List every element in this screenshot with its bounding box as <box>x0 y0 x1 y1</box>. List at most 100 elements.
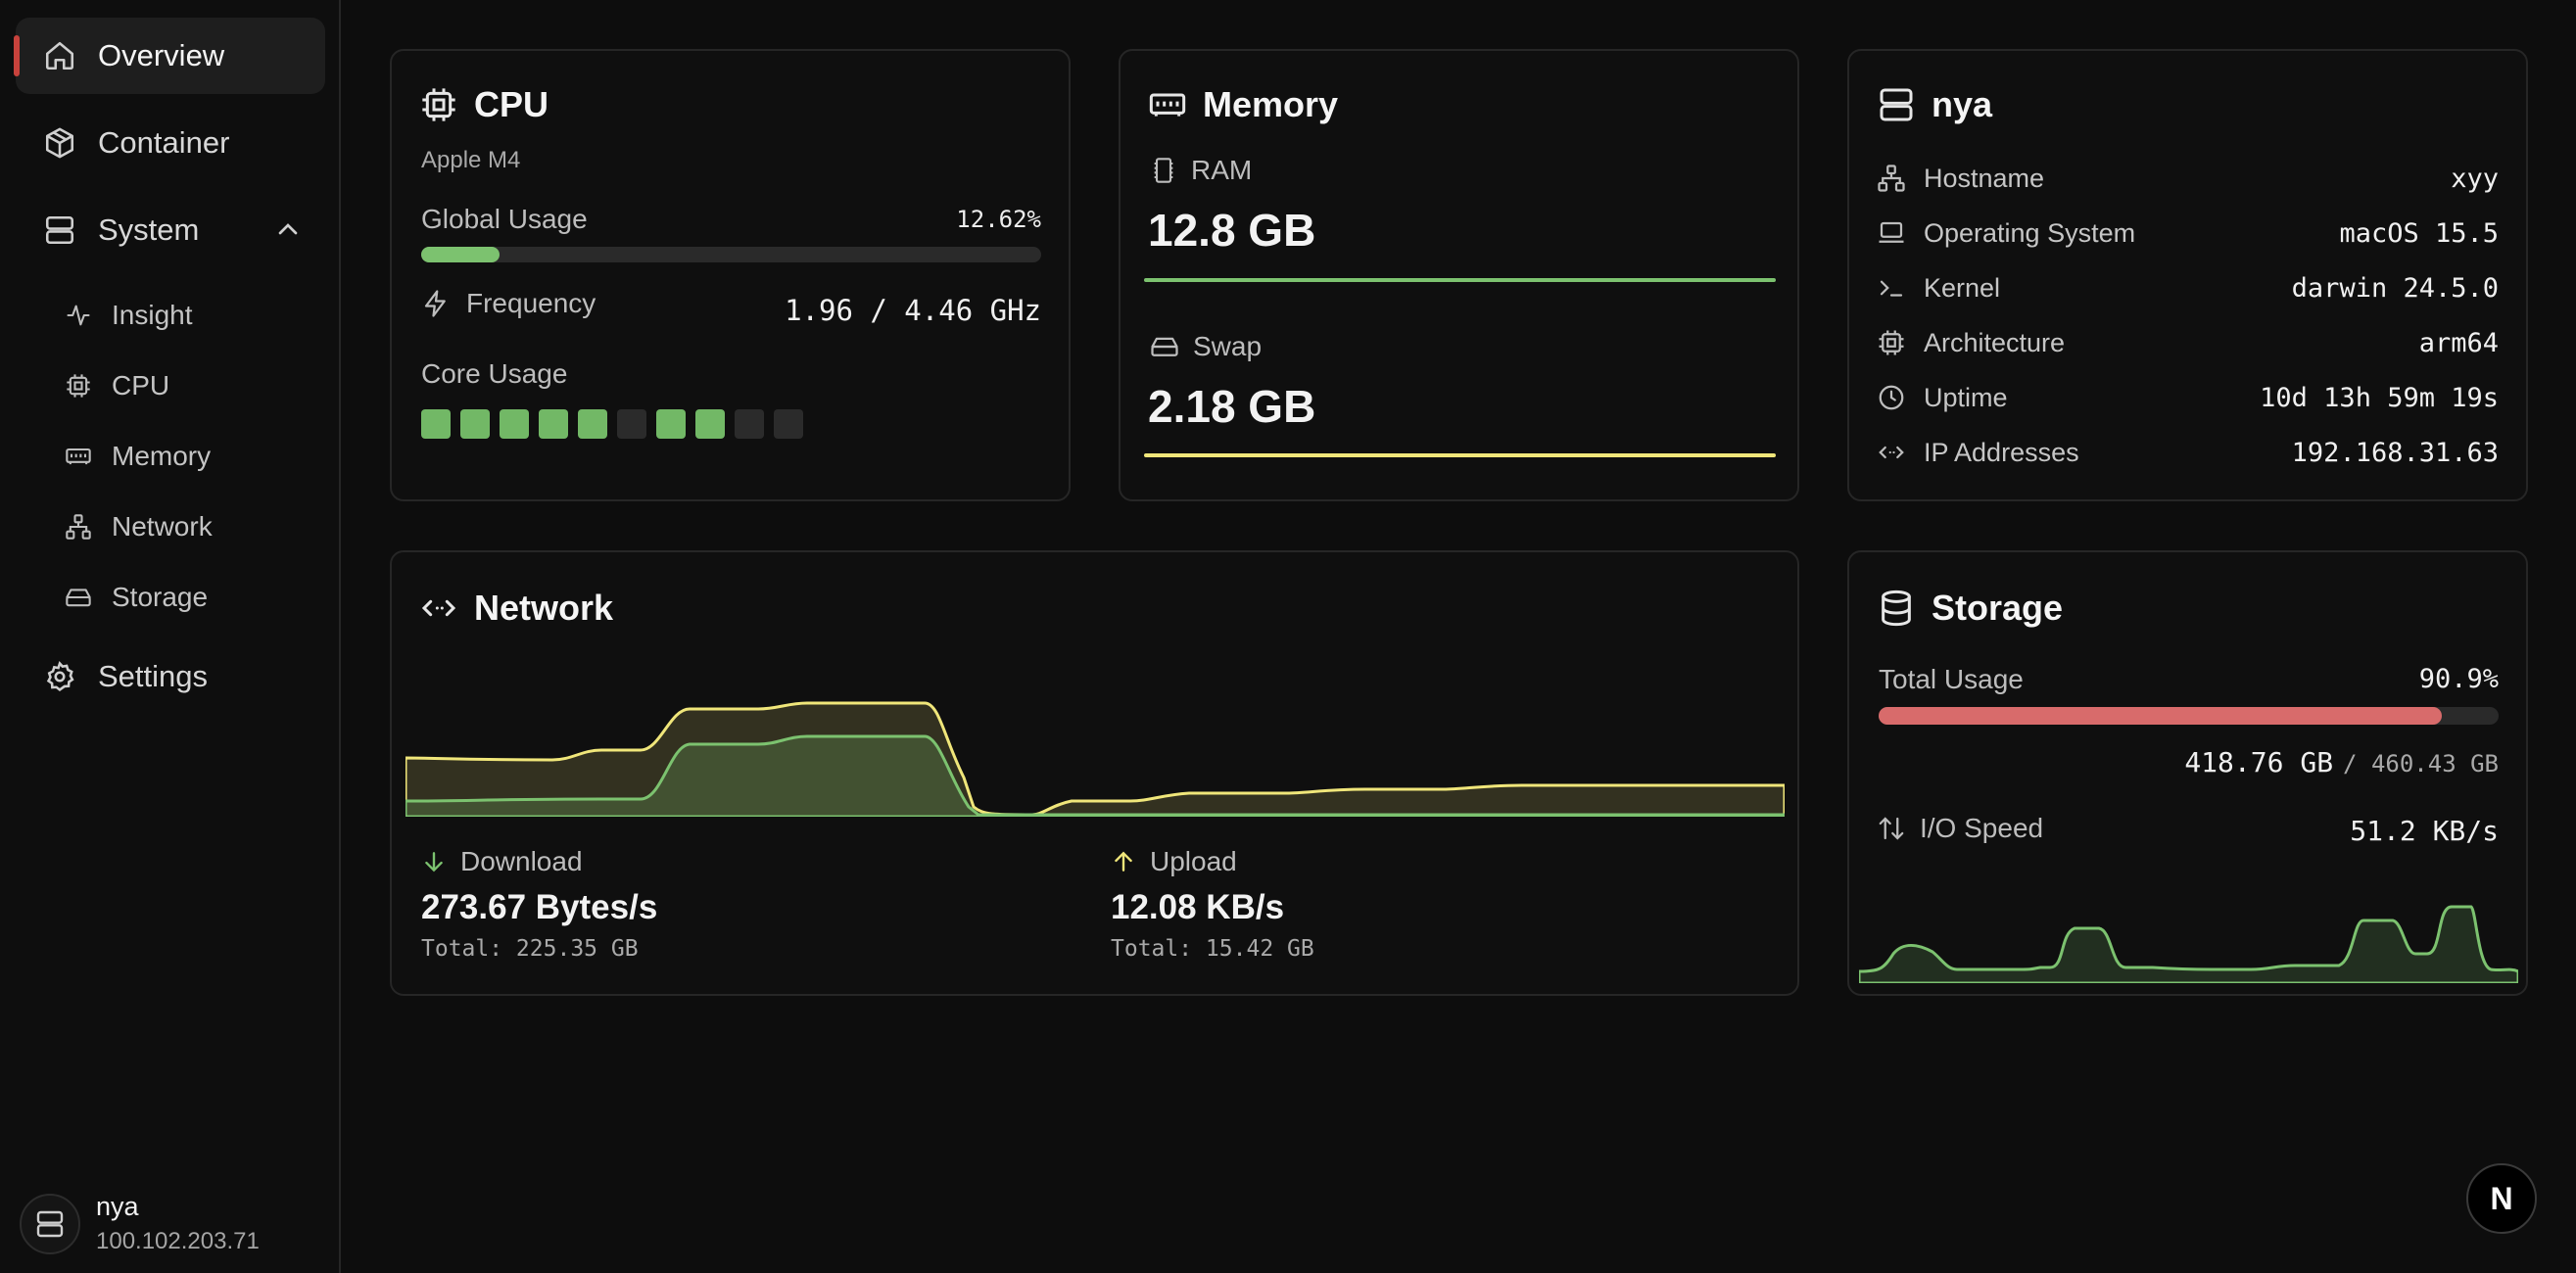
core-usage-cell <box>460 409 490 439</box>
swap-usage-line <box>1144 453 1776 457</box>
server-icon <box>45 215 74 245</box>
sidebar-item-container[interactable]: Container <box>16 105 325 181</box>
host-card: nya Hostname xyy Operating System macOS … <box>1847 49 2528 501</box>
cpu-card: CPU Apple M4 Global Usage 12.62% Frequen… <box>390 49 1071 501</box>
upload-total: Total: 15.42 GB <box>1111 936 1314 962</box>
storage-capacity: 418.76 GB / 460.43 GB <box>2184 746 2499 778</box>
sidebar-item-label: Storage <box>112 582 209 612</box>
host-card-title: nya <box>1877 84 1992 125</box>
network-card: Network Download 273.67 Bytes/s Total: 2… <box>390 550 1799 996</box>
activity-icon <box>67 305 90 326</box>
upload-label: Upload <box>1150 846 1237 876</box>
io-speed-value: 51.2 KB/s <box>2350 815 2499 847</box>
sidebar-item-label: Network <box>112 511 213 542</box>
storage-usage-bar <box>1879 707 2499 725</box>
global-usage-bar-fill <box>421 247 500 262</box>
zap-icon <box>424 290 446 317</box>
sidebar-item-storage[interactable]: Storage <box>59 569 323 626</box>
architecture-value: arm64 <box>2418 327 2499 358</box>
host-row-uptime: Uptime 10d 13h 59m 19s <box>1877 378 2499 417</box>
cpu-icon <box>422 88 455 121</box>
memory-icon <box>66 448 91 465</box>
network-traffic-graph <box>405 701 1785 817</box>
global-usage-value: 12.62% <box>956 206 1041 233</box>
arrow-up-icon <box>1115 851 1132 872</box>
core-usage-cell <box>695 409 725 439</box>
sidebar-item-label: CPU <box>112 370 170 401</box>
sidebar-item-insight[interactable]: Insight <box>59 287 323 344</box>
sidebar-item-label: Insight <box>112 300 193 330</box>
next-badge-button[interactable]: N <box>2466 1163 2537 1234</box>
storage-total: / 460.43 GB <box>2343 750 2499 778</box>
hard-drive-icon <box>66 589 91 607</box>
cpu-card-title: CPU <box>419 84 549 125</box>
io-speed-label: I/O Speed <box>1920 813 2044 843</box>
server-icon <box>36 1210 64 1237</box>
core-usage-cell <box>539 409 568 439</box>
frequency-row: Frequency <box>421 288 596 319</box>
gear-icon <box>46 661 74 692</box>
swap-row: Swap <box>1150 331 1262 362</box>
sidebar-item-overview[interactable]: Overview <box>14 18 325 94</box>
core-usage-label: Core Usage <box>421 358 568 389</box>
total-usage-value: 90.9% <box>2418 664 2499 694</box>
sidebar-item-system[interactable]: System <box>16 192 325 268</box>
sidebar: Overview Container System Insight CPU Me… <box>0 0 341 1273</box>
core-usage-cell <box>735 409 764 439</box>
io-speed-area <box>1859 905 2518 983</box>
upload-value: 12.08 KB/s <box>1111 888 1285 926</box>
swap-label: Swap <box>1193 331 1263 361</box>
ram-row: RAM <box>1150 155 1252 186</box>
box-icon <box>45 127 74 159</box>
io-speed-row: I/O Speed <box>1877 813 2043 844</box>
upload-row: Upload <box>1111 846 1237 877</box>
core-usage-cell <box>617 409 646 439</box>
user-profile[interactable]: nya 100.102.203.71 <box>20 1192 260 1255</box>
clock-icon <box>1879 385 1904 410</box>
os-value: macOS 15.5 <box>2339 217 2499 249</box>
core-usage-cell <box>421 409 451 439</box>
sidebar-item-label: Overview <box>98 38 225 72</box>
storage-card: Storage Total Usage 90.9% 418.76 GB / 46… <box>1847 550 2528 996</box>
chevron-up-icon[interactable] <box>272 213 304 245</box>
total-usage-label: Total Usage <box>1879 664 2024 694</box>
ip-value: 192.168.31.63 <box>2291 437 2499 468</box>
next-badge-label: N <box>2490 1180 2513 1216</box>
arrow-down-icon <box>425 852 443 872</box>
code-icon <box>1879 446 1904 459</box>
avatar <box>20 1193 80 1254</box>
ram-usage-line <box>1144 278 1776 282</box>
host-row-architecture: Architecture arm64 <box>1877 323 2499 362</box>
host-row-kernel: Kernel darwin 24.5.0 <box>1877 268 2499 307</box>
network-icon <box>66 514 91 540</box>
core-usage-grid <box>421 409 813 439</box>
sidebar-item-label: Settings <box>98 659 209 693</box>
server-icon <box>1880 88 1913 121</box>
ram-label: RAM <box>1191 155 1253 185</box>
memory-icon <box>1149 93 1186 117</box>
global-usage-label: Global Usage <box>421 204 588 234</box>
network-card-title: Network <box>419 588 613 629</box>
storage-card-title: Storage <box>1877 588 2063 629</box>
download-total: Total: 225.35 GB <box>421 936 639 962</box>
hard-drive-icon <box>1151 337 1178 356</box>
ram-value: 12.8 GB <box>1148 205 1316 256</box>
sidebar-item-memory[interactable]: Memory <box>59 428 323 485</box>
core-usage-cell <box>578 409 607 439</box>
core-usage-cell <box>656 409 686 439</box>
laptop-icon <box>1879 221 1904 243</box>
code-icon <box>421 599 456 617</box>
frequency-value: 1.96 / 4.46 GHz <box>785 294 1041 327</box>
core-usage-cell <box>774 409 803 439</box>
user-ip: 100.102.203.71 <box>96 1228 260 1254</box>
memory-card-title: Memory <box>1148 84 1338 125</box>
sidebar-item-settings[interactable]: Settings <box>16 638 325 715</box>
terminal-icon <box>1880 280 1903 297</box>
kernel-value: darwin 24.5.0 <box>2291 272 2499 304</box>
uptime-value: 10d 13h 59m 19s <box>2260 382 2499 413</box>
host-row-os: Operating System macOS 15.5 <box>1877 213 2499 253</box>
sidebar-item-cpu[interactable]: CPU <box>59 357 323 414</box>
memory-stick-icon <box>1154 158 1173 183</box>
cpu-model: Apple M4 <box>421 147 521 173</box>
sidebar-item-network[interactable]: Network <box>59 498 323 555</box>
